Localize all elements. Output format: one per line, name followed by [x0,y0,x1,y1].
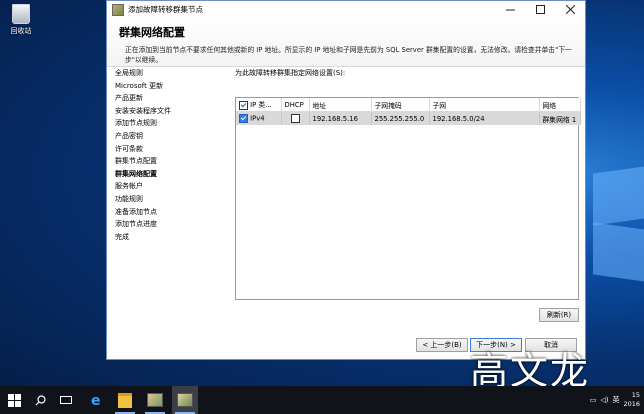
task-view-button[interactable] [54,386,78,414]
start-button[interactable] [0,386,28,414]
nav-step-item[interactable]: 完成 [107,231,225,244]
window-title: 添加故障转移群集节点 [128,5,203,14]
folder-icon [118,392,132,408]
page-title: 群集网络配置 [119,26,185,39]
page-description: 正在添加到当前节点不要求任何其他或新的 IP 地址。所显示的 IP 地址和子网是… [125,46,572,64]
minimize-button[interactable] [495,1,525,18]
nav-step-item[interactable]: 添加节点进度 [107,218,225,231]
steps-nav: 全局规则 Microsoft 更新 产品更新 安装安装程序文件 添加节点规则 产品密钥 许可… [107,67,225,243]
header-subnet[interactable]: 子网 [429,98,540,112]
cell-dhcp [281,111,310,125]
network-icon[interactable]: ▭ [590,396,597,404]
setup-app-icon [112,3,124,16]
close-icon [565,5,575,14]
back-button[interactable]: < 上一步(B) [416,338,468,352]
windows-icon [7,393,21,407]
main-content: 为此故障转移群集指定网络设置(S): IP 类... DHCP 地址 子网掩码 … [235,67,581,300]
select-all-checkbox[interactable] [239,100,248,110]
header-dhcp[interactable]: DHCP [281,98,310,112]
network-grid[interactable]: IP 类... DHCP 地址 子网掩码 子网 网络 IPv4 192.168.… [235,97,581,300]
taskbar-file-explorer[interactable] [112,386,138,414]
taskbar: e ▭ ◁) 英 15 2016 [0,386,644,414]
dhcp-checkbox[interactable] [290,114,300,123]
nav-step-item[interactable]: 功能规则 [107,193,225,206]
volume-icon[interactable]: ◁) [600,396,608,404]
close-button[interactable] [555,1,585,18]
recycle-bin-label: 回收站 [10,27,32,35]
taskbar-ie[interactable]: e [84,386,110,414]
cell-subnet: 192.168.5.0/24 [429,111,540,125]
internet-explorer-icon: e [91,393,101,407]
header-subnet-mask[interactable]: 子网掩码 [371,98,430,112]
maximize-button[interactable] [525,1,555,18]
cell-address: 192.168.5.16 [309,111,372,125]
maximize-icon [535,5,545,14]
cell-subnet-mask: 255.255.255.0 [371,111,430,125]
recycle-bin-icon [12,4,30,24]
page-header: 群集网络配置 正在添加到当前节点不要求任何其他或新的 IP 地址。所显示的 IP… [107,18,585,67]
taskbar-add-node-wizard[interactable] [172,386,198,414]
nav-step-item[interactable]: 群集节点配置 [107,155,225,168]
clock-date: 2016 [623,400,640,408]
task-view-icon [60,396,72,404]
cell-ip-type: IPv4 [236,111,282,125]
nav-step-item[interactable]: 准备添加节点 [107,206,225,219]
title-bar[interactable]: 添加故障转移群集节点 [107,1,585,18]
sql-setup-icon [147,393,163,407]
cell-network: 群集网络 1 [539,111,581,125]
minimize-icon [505,9,515,11]
recycle-bin-shortcut[interactable]: 回收站 [4,4,38,36]
header-address[interactable]: 地址 [309,98,372,112]
nav-step-item[interactable]: 服务帐户 [107,180,225,193]
header-network[interactable]: 网络 [539,98,581,112]
nav-step-item[interactable]: 全局规则 [107,67,225,80]
system-tray: ▭ ◁) 英 15 2016 [590,386,640,414]
setup-window: 添加故障转移群集节点 群集网络配置 正在添加到当前节点不要求任何其他或新的 IP… [106,0,586,360]
nav-step-item[interactable]: 添加节点规则 [107,117,225,130]
search-icon [35,394,46,405]
taskbar-sql-setup[interactable] [142,386,168,414]
desktop-logo-glow [585,166,644,282]
ime-indicator[interactable]: 英 [612,395,619,405]
clock[interactable]: 15 2016 [623,391,640,409]
svg-text:e: e [91,393,101,407]
table-row[interactable]: IPv4 192.168.5.16 255.255.255.0 192.168.… [236,111,581,125]
row-checkbox[interactable] [239,114,248,123]
search-button[interactable] [28,386,52,414]
network-settings-prompt: 为此故障转移群集指定网络设置(S): [235,69,346,77]
grid-header-row: IP 类... DHCP 地址 子网掩码 子网 网络 [236,98,581,112]
nav-step-item[interactable]: 安装安装程序文件 [107,105,225,118]
nav-step-item[interactable]: 产品更新 [107,92,225,105]
nav-step-item[interactable]: 群集网络配置 [107,168,225,181]
wizard-icon [177,393,193,407]
clock-time: 15 [631,391,640,399]
refresh-button[interactable]: 刷新(R) [539,308,579,322]
nav-step-item[interactable]: 许可条款 [107,143,225,156]
header-ip-type[interactable]: IP 类... [236,98,282,112]
nav-step-item[interactable]: 产品密钥 [107,130,225,143]
nav-step-item[interactable]: Microsoft 更新 [107,80,225,93]
